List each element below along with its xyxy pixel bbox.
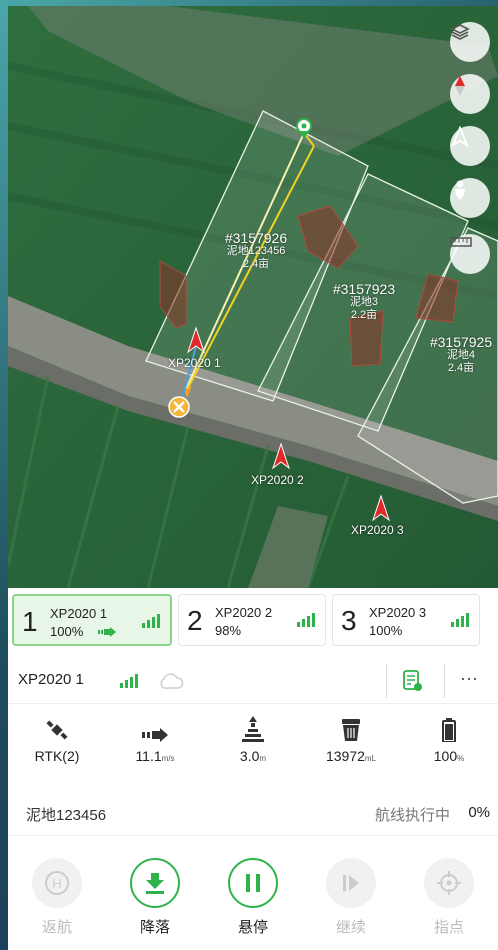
tab-drone-name: XP2020 2 — [215, 605, 273, 620]
battery-icon — [442, 718, 456, 742]
telemetry-bar: RTK(2) 11.1m/s 3.0m 13972mL 100% — [8, 712, 498, 780]
home-point-icon[interactable] — [168, 396, 190, 418]
header-divider — [386, 664, 387, 698]
signal-icon — [451, 613, 469, 627]
person-location-icon — [455, 180, 465, 200]
task-status-bar: 泥地123456 航线执行中 0% — [8, 790, 498, 836]
return-home-label: 返航 — [41, 919, 72, 936]
locate-user-button[interactable] — [450, 178, 490, 218]
drone-label-3: XP2020 3 — [351, 523, 404, 537]
resume-icon — [343, 875, 359, 891]
speed-unit: m/s — [161, 754, 175, 763]
compass-icon — [455, 76, 465, 96]
drone-tabs: 1 XP2020 1 100% 2 XP2020 2 98% 3 XP2020 … — [8, 588, 498, 652]
battery-value: 100% — [400, 748, 498, 764]
height-unit: m — [259, 754, 267, 763]
tab-number: 3 — [341, 605, 357, 636]
return-home-icon: H — [45, 871, 69, 895]
layers-button[interactable] — [450, 22, 490, 62]
flying-arrow-icon — [98, 627, 116, 637]
field-name: 泥地4 — [446, 349, 476, 361]
field-label-3: #3157925 泥地4 2.4亩 — [424, 334, 498, 375]
hover-label: 悬停 — [237, 919, 268, 936]
point-fly-button[interactable]: 指点 — [409, 858, 489, 950]
map-view[interactable]: #3157926 泥地123456 2.4亩 #3157923 泥地3 2.2亩… — [8, 6, 498, 588]
resume-button[interactable]: 继续 — [311, 858, 391, 950]
satellite-map — [8, 6, 498, 588]
speed-number: 11.1 — [135, 748, 162, 764]
tab-battery: 100% — [50, 624, 84, 639]
tab-battery: 100% — [369, 623, 403, 638]
rtk-stat: RTK(2) — [8, 712, 106, 780]
return-home-button[interactable]: H 返航 — [17, 858, 97, 950]
field-name: 泥地3 — [349, 296, 379, 308]
height-number: 3.0 — [239, 748, 260, 764]
measure-button[interactable] — [450, 234, 490, 274]
field-id: #3157926 — [224, 230, 288, 246]
task-settings-icon[interactable] — [402, 669, 424, 693]
liquid-unit: mL — [364, 754, 377, 763]
altitude-icon — [242, 716, 264, 742]
control-actions: H 返航 降落 悬停 继续 指点 — [8, 858, 498, 950]
field-id: #3157923 — [332, 281, 396, 297]
field-label-2: #3157923 泥地3 2.2亩 — [324, 281, 404, 322]
drone-tab-3[interactable]: 3 XP2020 3 100% — [332, 594, 480, 646]
hover-button[interactable]: 悬停 — [213, 858, 293, 950]
resume-label: 继续 — [335, 919, 366, 936]
header-divider — [444, 664, 445, 698]
signal-icon — [120, 674, 138, 688]
selected-drone-name: XP2020 1 — [18, 671, 84, 688]
task-progress: 0% — [468, 804, 490, 821]
battery-unit: % — [457, 754, 465, 763]
drone-header: XP2020 1 ··· — [8, 656, 498, 704]
more-menu-button[interactable]: ··· — [460, 668, 478, 689]
pause-icon — [246, 874, 260, 892]
battery-number: 100 — [433, 748, 458, 764]
battery-stat: 100% — [400, 712, 498, 780]
speed-value: 11.1m/s — [106, 748, 204, 764]
liquid-number: 13972 — [325, 748, 365, 764]
navigate-arrow-icon — [450, 126, 470, 148]
field-area: 2.2亩 — [350, 309, 378, 321]
ruler-icon — [450, 237, 472, 247]
speed-icon — [142, 728, 168, 742]
current-field-name: 泥地123456 — [26, 807, 107, 824]
tab-number: 2 — [187, 605, 203, 636]
signal-icon — [142, 614, 160, 628]
land-label: 降落 — [139, 919, 170, 936]
locate-drone-button[interactable] — [450, 126, 490, 166]
liquid-stat: 13972mL — [302, 712, 400, 780]
point-fly-label: 指点 — [433, 919, 464, 936]
task-state: 航线执行中 — [374, 807, 450, 824]
satellite-icon — [46, 720, 68, 740]
app-screen: #3157926 泥地123456 2.4亩 #3157923 泥地3 2.2亩… — [8, 6, 498, 950]
tab-drone-name: XP2020 1 — [50, 606, 108, 621]
height-stat: 3.0m — [204, 712, 302, 780]
compass-button[interactable] — [450, 74, 490, 114]
cloud-icon — [160, 673, 184, 689]
drone-label-1: XP2020 1 — [168, 356, 221, 370]
layers-icon — [450, 24, 470, 40]
rtk-value: RTK(2) — [34, 748, 80, 764]
svg-text:H: H — [52, 876, 61, 891]
field-area: 2.4亩 — [242, 258, 270, 270]
field-label-1: #3157926 泥地123456 2.4亩 — [216, 230, 296, 271]
drone-tab-2[interactable]: 2 XP2020 2 98% — [178, 594, 326, 646]
drone-label-2: XP2020 2 — [251, 473, 304, 487]
field-area: 2.4亩 — [447, 362, 475, 374]
land-icon — [146, 873, 164, 894]
height-value: 3.0m — [204, 748, 302, 764]
speed-stat: 11.1m/s — [106, 712, 204, 780]
tab-battery: 98% — [215, 623, 242, 638]
tab-drone-name: XP2020 3 — [369, 605, 427, 620]
signal-icon — [297, 613, 315, 627]
liquid-value: 13972mL — [302, 748, 400, 764]
tank-icon — [342, 719, 360, 741]
drone-tab-1[interactable]: 1 XP2020 1 100% — [12, 594, 172, 646]
field-id: #3157925 — [429, 334, 493, 350]
target-icon — [437, 871, 461, 895]
land-button[interactable]: 降落 — [115, 858, 195, 950]
field-name: 泥地123456 — [226, 245, 286, 257]
tab-number: 1 — [22, 606, 38, 637]
